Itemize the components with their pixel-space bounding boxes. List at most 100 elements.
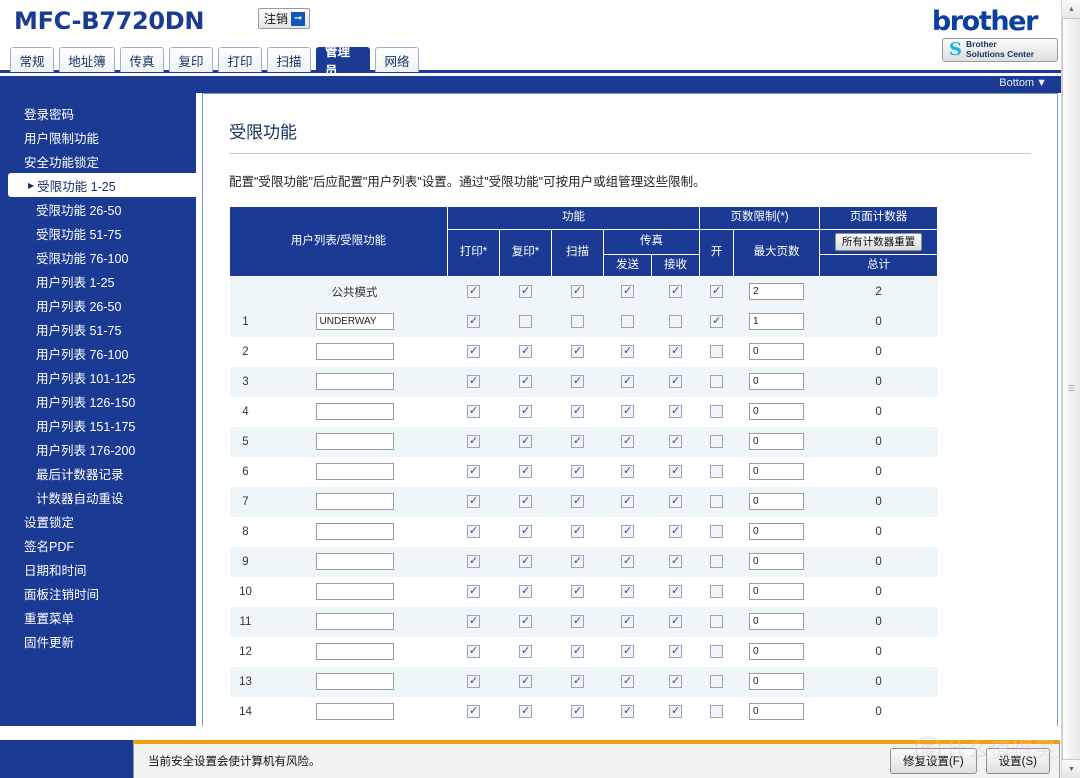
checkbox-on[interactable]: [710, 675, 724, 689]
tab-3[interactable]: 复印: [169, 47, 213, 72]
checkbox-print[interactable]: [467, 404, 481, 419]
max-pages-input[interactable]: [749, 463, 805, 481]
checkbox-fax-send[interactable]: [621, 554, 635, 569]
checkbox-copy[interactable]: [519, 704, 533, 719]
scrollbar-thumb[interactable]: ☰: [1062, 18, 1080, 760]
checkbox-fax-send[interactable]: [621, 494, 635, 509]
user-name-input[interactable]: [315, 493, 394, 511]
max-pages-input[interactable]: [749, 433, 805, 451]
sidebar-item-14[interactable]: 用户列表 176-200: [0, 437, 196, 461]
checkbox-scan[interactable]: [571, 614, 585, 629]
sidebar-item-18[interactable]: 签名PDF: [0, 533, 196, 557]
checkbox-scan[interactable]: [571, 644, 585, 659]
user-name-input[interactable]: [315, 433, 394, 451]
checkbox-copy[interactable]: [519, 374, 533, 389]
checkbox-copy[interactable]: [519, 464, 533, 479]
checkbox-on[interactable]: [710, 314, 724, 329]
checkbox-fax-send[interactable]: [621, 524, 635, 539]
checkbox-print[interactable]: [467, 584, 481, 599]
checkbox-scan[interactable]: [571, 404, 585, 419]
checkbox-copy[interactable]: [519, 434, 533, 449]
user-name-input[interactable]: [315, 373, 394, 391]
checkbox-on[interactable]: [710, 645, 724, 659]
sidebar-item-1[interactable]: 用户限制功能: [0, 125, 196, 149]
reset-all-counters-button[interactable]: 所有计数器重置: [834, 232, 923, 251]
checkbox-copy[interactable]: [519, 284, 533, 299]
sidebar-item-22[interactable]: 固件更新: [0, 629, 196, 653]
user-name-input[interactable]: [315, 553, 394, 571]
brother-solutions-center-button[interactable]: S Brother Solutions Center: [942, 38, 1058, 62]
checkbox-scan[interactable]: [571, 674, 585, 689]
checkbox-on[interactable]: [710, 465, 724, 479]
checkbox-fax-receive[interactable]: [669, 315, 683, 329]
checkbox-on[interactable]: [710, 405, 724, 419]
checkbox-copy[interactable]: [519, 494, 533, 509]
sidebar-item-7[interactable]: 用户列表 1-25: [0, 269, 196, 293]
checkbox-on[interactable]: [710, 284, 724, 299]
checkbox-scan[interactable]: [571, 374, 585, 389]
sidebar-item-4[interactable]: 受限功能 26-50: [0, 197, 196, 221]
scroll-down-arrow-icon[interactable]: ▼: [1062, 760, 1080, 778]
tab-2[interactable]: 传真: [120, 47, 164, 72]
checkbox-print[interactable]: [467, 554, 481, 569]
checkbox-on[interactable]: [710, 555, 724, 569]
max-pages-input[interactable]: [749, 703, 805, 721]
checkbox-print[interactable]: [467, 524, 481, 539]
checkbox-print[interactable]: [467, 644, 481, 659]
checkbox-fax-receive[interactable]: [669, 554, 683, 569]
checkbox-copy[interactable]: [519, 614, 533, 629]
tab-6[interactable]: 管理员: [316, 45, 370, 78]
checkbox-copy[interactable]: [519, 584, 533, 599]
checkbox-scan[interactable]: [571, 704, 585, 719]
sidebar-item-16[interactable]: 计数器自动重设: [0, 485, 196, 509]
checkbox-print[interactable]: [467, 284, 481, 299]
checkbox-fax-receive[interactable]: [669, 404, 683, 419]
checkbox-copy[interactable]: [519, 644, 533, 659]
sidebar-item-10[interactable]: 用户列表 76-100: [0, 341, 196, 365]
checkbox-fax-receive[interactable]: [669, 644, 683, 659]
checkbox-scan[interactable]: [571, 344, 585, 359]
checkbox-fax-receive[interactable]: [669, 344, 683, 359]
checkbox-scan[interactable]: [571, 494, 585, 509]
checkbox-fax-send[interactable]: [621, 344, 635, 359]
checkbox-fax-send[interactable]: [621, 674, 635, 689]
checkbox-on[interactable]: [710, 375, 724, 389]
checkbox-print[interactable]: [467, 434, 481, 449]
checkbox-fax-receive[interactable]: [669, 494, 683, 509]
checkbox-on[interactable]: [710, 705, 724, 719]
checkbox-fax-send[interactable]: [621, 284, 635, 299]
tab-5[interactable]: 扫描: [267, 47, 311, 72]
checkbox-scan[interactable]: [571, 315, 585, 329]
checkbox-fax-send[interactable]: [621, 584, 635, 599]
max-pages-input[interactable]: [749, 403, 805, 421]
checkbox-fax-send[interactable]: [621, 434, 635, 449]
checkbox-fax-receive[interactable]: [669, 284, 683, 299]
checkbox-on[interactable]: [710, 525, 724, 539]
max-pages-input[interactable]: [749, 313, 805, 331]
checkbox-fax-receive[interactable]: [669, 674, 683, 689]
sidebar-item-8[interactable]: 用户列表 26-50: [0, 293, 196, 317]
checkbox-fax-send[interactable]: [621, 644, 635, 659]
user-name-input[interactable]: [315, 523, 394, 541]
checkbox-copy[interactable]: [519, 674, 533, 689]
user-name-input[interactable]: [315, 703, 394, 721]
max-pages-input[interactable]: [749, 673, 805, 691]
max-pages-input[interactable]: [749, 343, 805, 361]
checkbox-fax-receive[interactable]: [669, 614, 683, 629]
checkbox-on[interactable]: [710, 495, 724, 509]
checkbox-print[interactable]: [467, 494, 481, 509]
user-name-input[interactable]: [315, 673, 394, 691]
checkbox-print[interactable]: [467, 614, 481, 629]
max-pages-input[interactable]: [749, 283, 805, 301]
user-name-input[interactable]: [315, 463, 394, 481]
checkbox-print[interactable]: [467, 464, 481, 479]
sidebar-item-6[interactable]: 受限功能 76-100: [0, 245, 196, 269]
vertical-scrollbar[interactable]: ▲ ☰ ▼: [1061, 0, 1080, 778]
max-pages-input[interactable]: [749, 643, 805, 661]
checkbox-fax-receive[interactable]: [669, 524, 683, 539]
sidebar-item-13[interactable]: 用户列表 151-175: [0, 413, 196, 437]
checkbox-print[interactable]: [467, 344, 481, 359]
checkbox-print[interactable]: [467, 374, 481, 389]
checkbox-copy[interactable]: [519, 404, 533, 419]
checkbox-fax-receive[interactable]: [669, 464, 683, 479]
